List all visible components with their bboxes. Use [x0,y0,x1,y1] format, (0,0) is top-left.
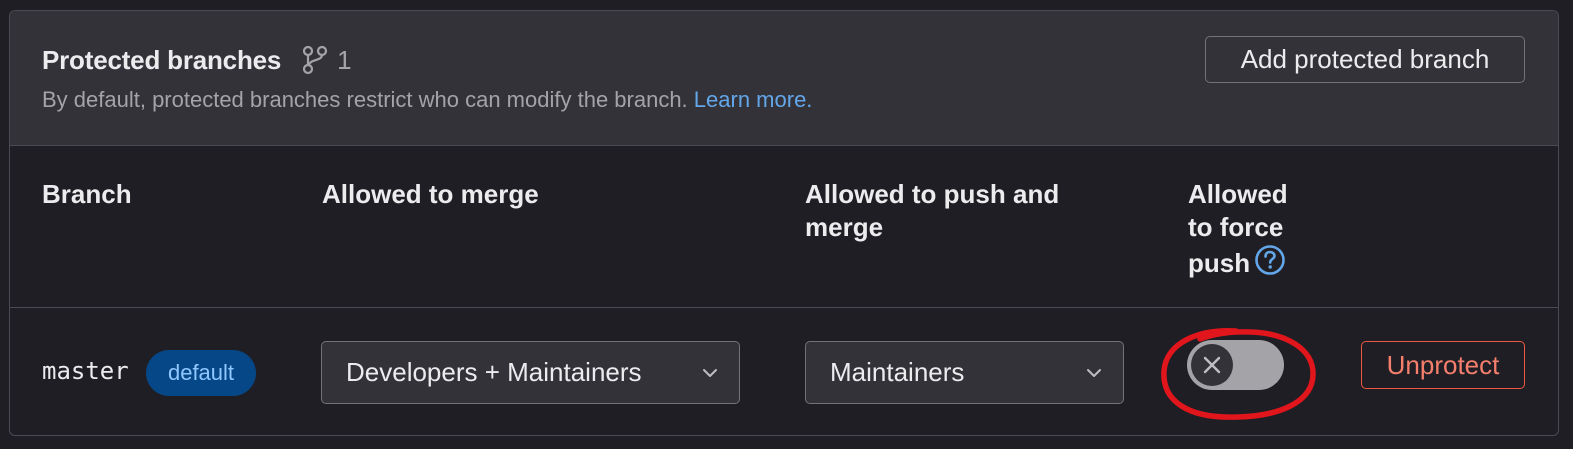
allowed-to-merge-value: Developers + Maintainers [346,357,642,387]
branch-count: 1 [301,44,352,76]
branch-name: master [42,357,129,385]
force-push-toggle[interactable] [1187,340,1284,390]
card-header: Protected branches 1 By default, protect… [10,11,1558,146]
column-header-force-line1: Allowed [1188,179,1288,209]
chevron-down-icon [703,368,717,377]
row-divider [10,307,1558,308]
column-header-force-push: Allowed to force push [1188,178,1338,280]
column-header-push-line2: merge [805,212,884,242]
column-header-force-line2: to force [1188,212,1284,242]
column-header-force-line3-text: push [1188,248,1251,278]
card-title: Protected branches [42,44,282,75]
description-text: By default, protected branches restrict … [42,87,688,112]
learn-more-link[interactable]: Learn more. [694,87,813,112]
close-icon [1203,356,1221,374]
column-header-force-line3: push [1188,244,1338,280]
allowed-to-push-dropdown[interactable]: Maintainers [805,341,1124,404]
chevron-down-icon [1087,368,1101,377]
column-header-allowed-to-merge: Allowed to merge [322,179,539,209]
card-description: By default, protected branches restrict … [42,87,812,113]
protected-branches-card: Protected branches 1 By default, protect… [9,10,1559,436]
column-header-push-line1: Allowed to push and [805,179,1060,209]
unprotect-button[interactable]: Unprotect [1361,341,1525,389]
branch-icon [303,45,328,75]
branch-count-value: 1 [337,44,352,75]
column-header-branch: Branch [42,179,132,209]
title-row: Protected branches 1 [42,43,352,77]
column-header-allowed-to-push: Allowed to push and merge [805,178,1105,244]
toggle-knob [1191,344,1233,386]
question-circle-icon[interactable] [1254,244,1286,276]
allowed-to-push-value: Maintainers [830,357,965,387]
allowed-to-merge-dropdown[interactable]: Developers + Maintainers [321,341,740,404]
add-protected-branch-button[interactable]: Add protected branch [1205,36,1525,83]
default-badge: default [146,350,256,396]
